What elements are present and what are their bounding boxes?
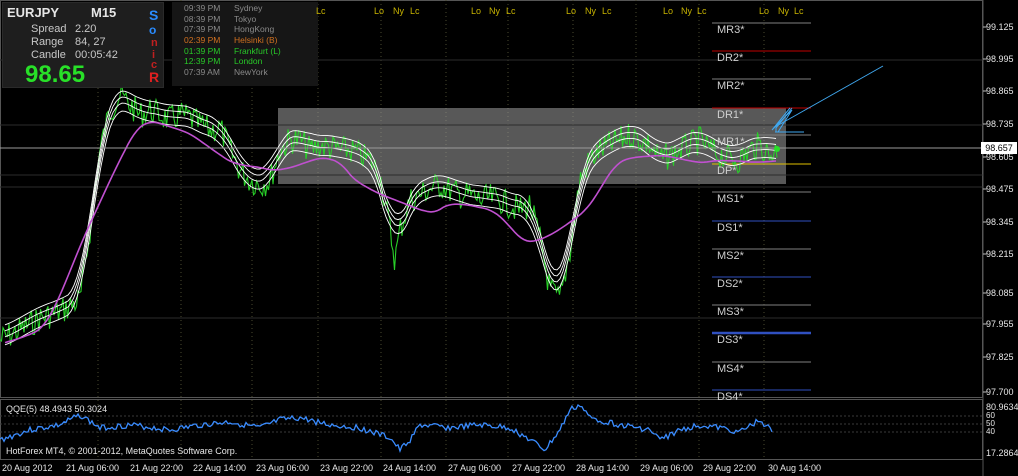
pivot-label: DS4* [717,391,743,403]
session-marker: Ny [778,6,789,16]
sonic-letter-s: S [149,7,159,23]
date-tick: 23 Aug 06:00 [256,463,310,473]
price-tick: 99.125 [986,22,1014,32]
price-tick: 98.475 [986,184,1014,194]
pivot-label: MS3* [717,306,744,318]
session-marker: Lo [663,6,674,16]
pivot-label: DR2* [717,52,744,64]
spread-value: 2.20 [75,23,97,35]
session-time: 01:39 PM [184,45,221,56]
session-marker: Lc [410,6,420,16]
sonic-letter-n: n [151,37,158,49]
date-tick: 20 Aug 2012 [2,463,53,473]
date-tick: 27 Aug 06:00 [448,463,502,473]
session-marker: Ny [393,6,404,16]
pivot-label: DP* [717,165,737,177]
date-tick: 21 Aug 22:00 [130,463,184,473]
date-tick: 23 Aug 22:00 [320,463,374,473]
qqe-max-value: 80.9634 [986,402,1018,412]
current-price-marker [774,146,780,152]
pivot-label: MS4* [717,363,744,375]
pivot-label: MS2* [717,250,744,262]
session-marker: Lc [794,6,804,16]
price-tick: 98.345 [986,217,1014,227]
sonic-letter-o: o [149,23,157,37]
session-name: Frankfurt (L) [234,45,281,56]
session-name: Sydney [234,3,263,13]
current-price-big: 98.65 [25,61,86,88]
timeframe: M15 [91,5,117,20]
sonic-letter-r: R [149,69,160,85]
price-tick: 98.735 [986,119,1014,129]
pivot-label: DS2* [717,278,743,290]
date-tick: 22 Aug 14:00 [193,463,247,473]
last-price-tag: 98.657 [981,142,1017,154]
session-marker: Ny [681,6,692,16]
symbol-info-panel: EURJPY M15 Spread 2.20 Range 84, 27 Cand… [2,2,164,88]
session-marker: Lc [506,6,516,16]
date-tick: 28 Aug 14:00 [576,463,630,473]
session-marker: Lo [566,6,577,16]
price-tick: 98.865 [986,86,1014,96]
qqe-levels [0,415,983,433]
session-time: 12:39 PM [184,56,221,67]
price-tick: 97.825 [986,352,1014,362]
spread-label: Spread [31,23,67,35]
session-marker: Lc [602,6,612,16]
trend-arrow [771,65,884,133]
session-name: London [234,56,263,67]
price-tick: 97.955 [986,319,1014,329]
qqe-level-label: 40 [986,427,995,436]
session-name: Helsinki (B) [234,35,278,46]
session-marker: Lo [374,6,385,16]
session-name: HongKong [234,24,275,35]
session-name: NewYork [234,67,268,78]
range-label: Range [31,36,64,48]
candle-label: Candle [31,49,66,61]
date-tick: 29 Aug 22:00 [703,463,757,473]
pivot-label: MR2* [717,80,745,92]
date-tick: 27 Aug 22:00 [512,463,566,473]
session-time: 07:39 AM [184,67,220,78]
session-time: 02:39 PM [184,35,221,46]
date-tick: 24 Aug 14:00 [383,463,437,473]
pivot-label: DR1* [717,109,744,121]
session-time: 07:39 PM [184,24,221,35]
pivot-label: MR3* [717,24,745,36]
symbol-name: EURJPY [7,5,60,20]
price-tick: 98.995 [986,54,1014,64]
qqe-min-value: 17.2864 [986,448,1018,458]
price-tick: 98.215 [986,249,1014,259]
session-time: 08:39 PM [184,13,221,24]
session-marker: Ny [585,6,596,16]
session-marker: Ny [489,6,500,16]
date-tick: 29 Aug 06:00 [640,463,694,473]
qqe-line [0,404,773,453]
pivot-label: DS3* [717,334,743,346]
session-marker: Lo [471,6,482,16]
date-tick: 30 Aug 14:00 [768,463,822,473]
pivot-label: DS1* [717,222,743,234]
qqe-title: QQE(5) 48.4943 50.3024 [6,404,108,414]
broker-copyright: HotForex MT4, © 2001-2012, MetaQuotes So… [6,446,238,456]
range-value: 84, 27 [75,36,106,48]
session-marker: Lo [759,6,770,16]
pivot-label: MS1* [717,193,744,205]
price-tick: 97.700 [986,387,1014,397]
session-marker: Lc [316,6,326,16]
price-tick: 98.085 [986,288,1014,298]
session-time: 09:39 PM [184,3,221,13]
session-marker: Lc [697,6,707,16]
pivot-label: MR1* [717,136,745,148]
session-name: Tokyo [234,13,257,24]
candle-value: 00:05:42 [75,49,118,61]
date-tick: 21 Aug 06:00 [66,463,120,473]
